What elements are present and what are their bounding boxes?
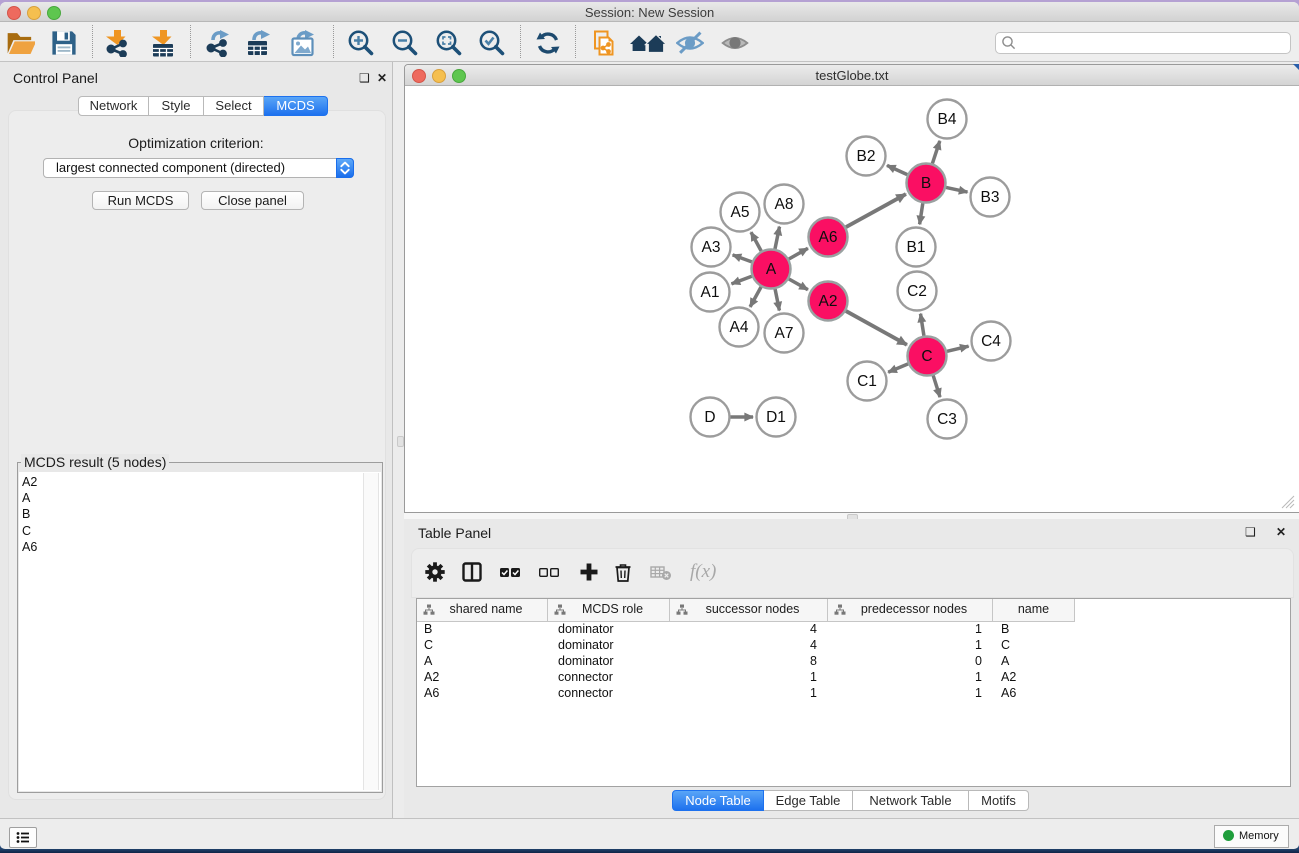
svg-text:A3: A3	[702, 239, 721, 256]
svg-text:C3: C3	[937, 411, 957, 428]
svg-text:A2: A2	[819, 293, 838, 310]
svg-text:A4: A4	[730, 319, 749, 336]
svg-text:B1: B1	[907, 239, 926, 256]
svg-text:A6: A6	[819, 229, 838, 246]
svg-text:A: A	[766, 261, 777, 278]
svg-text:A8: A8	[775, 196, 794, 213]
svg-text:C: C	[921, 348, 932, 365]
svg-text:C1: C1	[857, 373, 877, 390]
svg-text:A7: A7	[775, 325, 794, 342]
svg-text:D1: D1	[766, 409, 786, 426]
svg-text:C2: C2	[907, 283, 927, 300]
svg-text:B: B	[921, 175, 931, 192]
svg-text:B2: B2	[857, 148, 876, 165]
svg-text:B3: B3	[981, 189, 1000, 206]
svg-text:D: D	[704, 409, 715, 426]
svg-text:A5: A5	[731, 204, 750, 221]
svg-text:B4: B4	[938, 111, 957, 128]
svg-text:A1: A1	[701, 284, 720, 301]
svg-text:C4: C4	[981, 333, 1001, 350]
